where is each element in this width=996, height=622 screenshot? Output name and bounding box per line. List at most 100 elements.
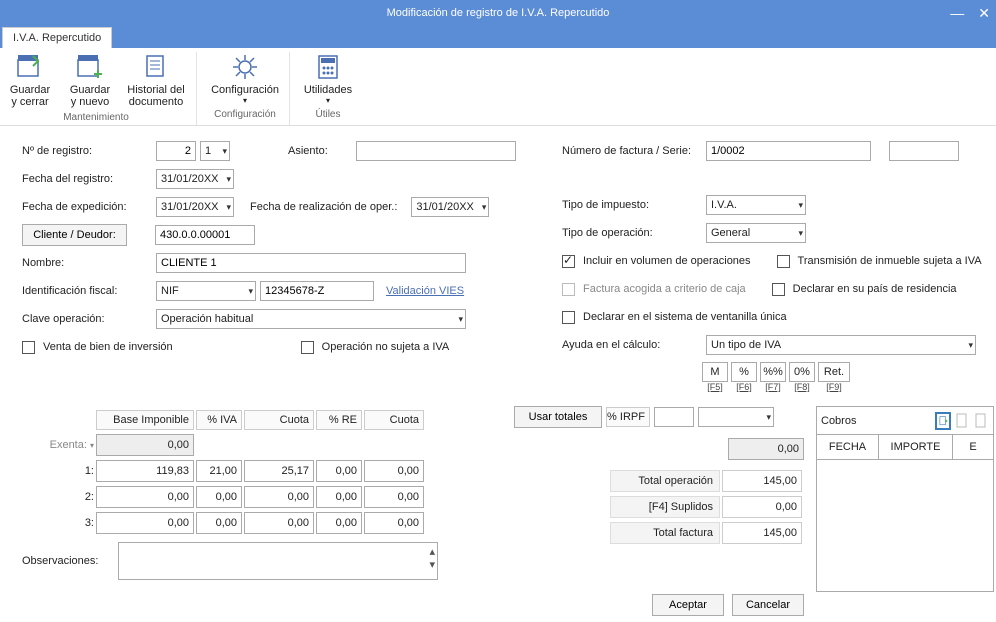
col-cobros-fecha: FECHA: [817, 435, 879, 459]
cliente-deudor-button[interactable]: Cliente / Deudor:: [22, 224, 127, 246]
calculator-icon: [313, 52, 343, 82]
title-bar: Modificación de registro de I.V.A. Reper…: [0, 0, 996, 26]
col-pre: % RE: [316, 410, 362, 430]
cell-r2-cuota2[interactable]: 0,00: [364, 486, 424, 508]
input-id-value[interactable]: [260, 281, 374, 301]
dd-nreg2[interactable]: 1▾: [200, 141, 230, 161]
cell-r3-base[interactable]: 0,00: [96, 512, 194, 534]
label-observ: Observaciones:: [22, 555, 114, 567]
new-doc-icon[interactable]: [935, 412, 951, 430]
cell-r2-cuota[interactable]: 0,00: [244, 486, 314, 508]
input-serie[interactable]: [889, 141, 959, 161]
dd-tipo-imp[interactable]: I.V.A.▾: [706, 195, 806, 215]
val-total-fact: 145,00: [722, 522, 802, 544]
save-new-icon: [75, 52, 105, 82]
lbl-total-oper: Total operación: [610, 470, 720, 492]
date-registro[interactable]: 31/01/20XX▾: [156, 169, 234, 189]
cobros-panel: Cobros FECHA IMPORTE E: [816, 406, 994, 592]
cell-r1-piva[interactable]: 21,00: [196, 460, 242, 482]
label-claveop: Clave operación:: [22, 313, 152, 325]
cell-r1-base[interactable]: 119,83: [96, 460, 194, 482]
cell-r3-cuota[interactable]: 0,00: [244, 512, 314, 534]
dd-ayuda[interactable]: Un tipo de IVA▾: [706, 335, 976, 355]
cell-r1-cuota[interactable]: 25,17: [244, 460, 314, 482]
cell-exenta-base: 0,00: [96, 434, 194, 456]
col-base: Base Imponible: [96, 410, 194, 430]
input-asiento[interactable]: [356, 141, 516, 161]
window-title: Modificación de registro de I.V.A. Reper…: [387, 7, 610, 19]
btn-f9-ret[interactable]: Ret.: [818, 362, 850, 382]
link-vies[interactable]: Validación VIES: [386, 285, 464, 297]
cell-r3-pre[interactable]: 0,00: [316, 512, 362, 534]
input-nfact[interactable]: [706, 141, 871, 161]
btn-f8-zero[interactable]: 0%: [789, 362, 815, 382]
input-irpf-pct[interactable]: [654, 407, 694, 427]
cell-r1-cuota2[interactable]: 0,00: [364, 460, 424, 482]
chk-venta-inv[interactable]: [22, 341, 35, 354]
btn-f5-m[interactable]: M: [702, 362, 728, 382]
aceptar-button[interactable]: Aceptar: [652, 594, 724, 616]
close-icon[interactable]: ✕: [978, 0, 990, 26]
col-cuota2: Cuota: [364, 410, 424, 430]
col-cobros-importe: IMPORTE: [879, 435, 953, 459]
label-tipo-oper: Tipo de operación:: [562, 227, 702, 239]
lbl-suplidos[interactable]: [F4] Suplidos: [610, 496, 720, 518]
label-nregistro: Nº de registro:: [22, 145, 152, 157]
label-fecha-exp: Fecha de expedición:: [22, 201, 152, 213]
label-fecha-reg: Fecha del registro:: [22, 173, 152, 185]
cancelar-button[interactable]: Cancelar: [732, 594, 804, 616]
cell-r3-piva[interactable]: 0,00: [196, 512, 242, 534]
gear-icon: [230, 52, 260, 82]
chk-op-no-iva[interactable]: [301, 341, 314, 354]
dd-tipo-id[interactable]: NIF▾: [156, 281, 256, 301]
save-close-icon: [15, 52, 45, 82]
val-suplidos: 0,00: [722, 496, 802, 518]
tab-strip: I.V.A. Repercutido: [0, 26, 996, 48]
cell-r1-pre[interactable]: 0,00: [316, 460, 362, 482]
cell-r2-pre[interactable]: 0,00: [316, 486, 362, 508]
chk-decl-pais[interactable]: [772, 283, 785, 296]
col-cobros-e: E: [953, 435, 993, 459]
usar-totales-button[interactable]: Usar totales: [514, 406, 602, 428]
history-button[interactable]: Historial del documento: [126, 52, 186, 108]
input-nreg[interactable]: [156, 141, 196, 161]
label-idfiscal: Identificación fiscal:: [22, 285, 152, 297]
cobros-title: Cobros: [821, 415, 856, 427]
history-icon: [141, 52, 171, 82]
textarea-observ[interactable]: ▴▾: [118, 542, 438, 580]
btn-f7-pctpct[interactable]: %%: [760, 362, 786, 382]
col-cuota: Cuota: [244, 410, 314, 430]
input-cuenta[interactable]: [155, 225, 255, 245]
dd-tipo-oper[interactable]: General▾: [706, 223, 806, 243]
tab-iva-repercutido[interactable]: I.V.A. Repercutido: [2, 27, 112, 48]
lbl-total-fact: Total factura: [610, 522, 720, 544]
cell-irpf-val: 0,00: [728, 438, 804, 460]
date-expedicion[interactable]: 31/01/20XX▾: [156, 197, 234, 217]
date-operacion[interactable]: 31/01/20XX▾: [411, 197, 489, 217]
cell-r2-piva[interactable]: 0,00: [196, 486, 242, 508]
cell-r2-base[interactable]: 0,00: [96, 486, 194, 508]
label-ayuda-calc: Ayuda en el cálculo:: [562, 339, 702, 351]
dd-irpf[interactable]: ▾: [698, 407, 774, 427]
chk-incl-vol[interactable]: [562, 255, 575, 268]
del-doc-icon[interactable]: [973, 412, 989, 430]
label-asiento: Asiento:: [288, 145, 352, 157]
minimize-icon[interactable]: —: [950, 0, 964, 26]
label-nfact: Número de factura / Serie:: [562, 145, 702, 157]
chk-decl-vent[interactable]: [562, 311, 575, 324]
ribbon: Guardar y cerrar Guardar y nuevo Histori…: [0, 48, 996, 126]
label-nombre: Nombre:: [22, 257, 152, 269]
utilities-button[interactable]: Utilidades ▾: [304, 52, 352, 105]
chk-trans-inm[interactable]: [777, 255, 790, 268]
config-button[interactable]: Configuración ▾: [211, 52, 279, 105]
dd-claveop[interactable]: Operación habitual▾: [156, 309, 466, 329]
col-piva: % IVA: [196, 410, 242, 430]
input-nombre[interactable]: [156, 253, 466, 273]
copy-doc-icon[interactable]: [954, 412, 970, 430]
val-total-oper: 145,00: [722, 470, 802, 492]
cell-r3-cuota2[interactable]: 0,00: [364, 512, 424, 534]
label-tipo-imp: Tipo de impuesto:: [562, 199, 702, 211]
chk-fact-caja: [562, 283, 575, 296]
btn-f6-pct[interactable]: %: [731, 362, 757, 382]
col-irpf: % IRPF: [606, 407, 650, 427]
